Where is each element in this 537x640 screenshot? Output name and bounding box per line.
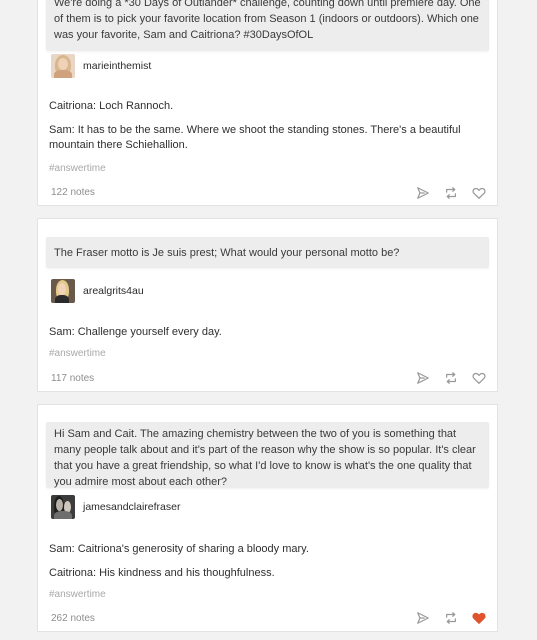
answer-paragraph: Caitriona: Loch Rannoch. bbox=[49, 100, 174, 112]
post-actions bbox=[403, 370, 487, 386]
asker-name[interactable]: arealgrits4au bbox=[83, 285, 144, 297]
post-actions bbox=[403, 185, 487, 201]
post-tag[interactable]: #answertime bbox=[49, 163, 106, 174]
reblog-button[interactable] bbox=[443, 185, 459, 201]
share-icon bbox=[417, 612, 429, 624]
ask-bubble: We're doing a *30 Days of Outlander* cha… bbox=[46, 0, 489, 51]
ask-bubble: Hi Sam and Cait. The amazing chemistry b… bbox=[46, 422, 489, 488]
post-card: The Fraser motto is Je suis prest; What … bbox=[37, 218, 498, 392]
heart-icon bbox=[472, 612, 486, 624]
share-button[interactable] bbox=[415, 610, 431, 626]
asker-name[interactable]: jamesandclairefraser bbox=[83, 501, 180, 513]
post-tag[interactable]: #answertime bbox=[49, 589, 106, 600]
heart-icon bbox=[472, 372, 486, 384]
notes-count[interactable]: 262 notes bbox=[51, 613, 95, 624]
post-tag[interactable]: #answertime bbox=[49, 348, 106, 359]
heart-icon bbox=[472, 187, 486, 199]
asker-row[interactable]: jamesandclairefraser bbox=[51, 495, 180, 519]
answer-body: Sam: Challenge yourself every day. bbox=[49, 325, 481, 349]
notes-count[interactable]: 117 notes bbox=[51, 373, 94, 384]
ask-question-text: Hi Sam and Cait. The amazing chemistry b… bbox=[54, 428, 476, 488]
share-icon bbox=[417, 187, 429, 199]
post-card: We're doing a *30 Days of Outlander* cha… bbox=[37, 0, 498, 206]
ask-question-text: We're doing a *30 Days of Outlander* cha… bbox=[54, 0, 481, 41]
asker-name[interactable]: marieinthemist bbox=[83, 60, 151, 72]
like-button[interactable] bbox=[471, 185, 487, 201]
asker-avatar[interactable] bbox=[51, 54, 75, 78]
answer-paragraph: Caitriona: His kindness and his thoughfu… bbox=[49, 567, 275, 579]
answer-body: Sam: Caitriona's generosity of sharing a… bbox=[49, 542, 481, 590]
asker-avatar[interactable] bbox=[51, 279, 75, 303]
reblog-icon bbox=[446, 372, 456, 384]
ask-question-text: The Fraser motto is Je suis prest; What … bbox=[54, 247, 400, 259]
answer-paragraph: Sam: It has to be the same. Where we sho… bbox=[49, 124, 461, 151]
share-button[interactable] bbox=[415, 185, 431, 201]
reblog-button[interactable] bbox=[443, 610, 459, 626]
reblog-icon bbox=[446, 187, 456, 199]
answer-body: Caitriona: Loch Rannoch. Sam: It has to … bbox=[49, 99, 481, 162]
reblog-icon bbox=[446, 612, 456, 624]
asker-row[interactable]: arealgrits4au bbox=[51, 279, 144, 303]
reblog-button[interactable] bbox=[443, 370, 459, 386]
like-button[interactable] bbox=[471, 610, 487, 626]
answer-paragraph: Sam: Caitriona's generosity of sharing a… bbox=[49, 543, 309, 555]
ask-bubble: The Fraser motto is Je suis prest; What … bbox=[46, 237, 489, 268]
like-button[interactable] bbox=[471, 370, 487, 386]
asker-row[interactable]: marieinthemist bbox=[51, 54, 151, 78]
answer-paragraph: Sam: Challenge yourself every day. bbox=[49, 326, 222, 338]
post-card: Hi Sam and Cait. The amazing chemistry b… bbox=[37, 404, 498, 632]
notes-count[interactable]: 122 notes bbox=[51, 187, 95, 198]
share-icon bbox=[417, 372, 429, 384]
asker-avatar[interactable] bbox=[51, 495, 75, 519]
share-button[interactable] bbox=[415, 370, 431, 386]
post-actions bbox=[403, 610, 487, 626]
